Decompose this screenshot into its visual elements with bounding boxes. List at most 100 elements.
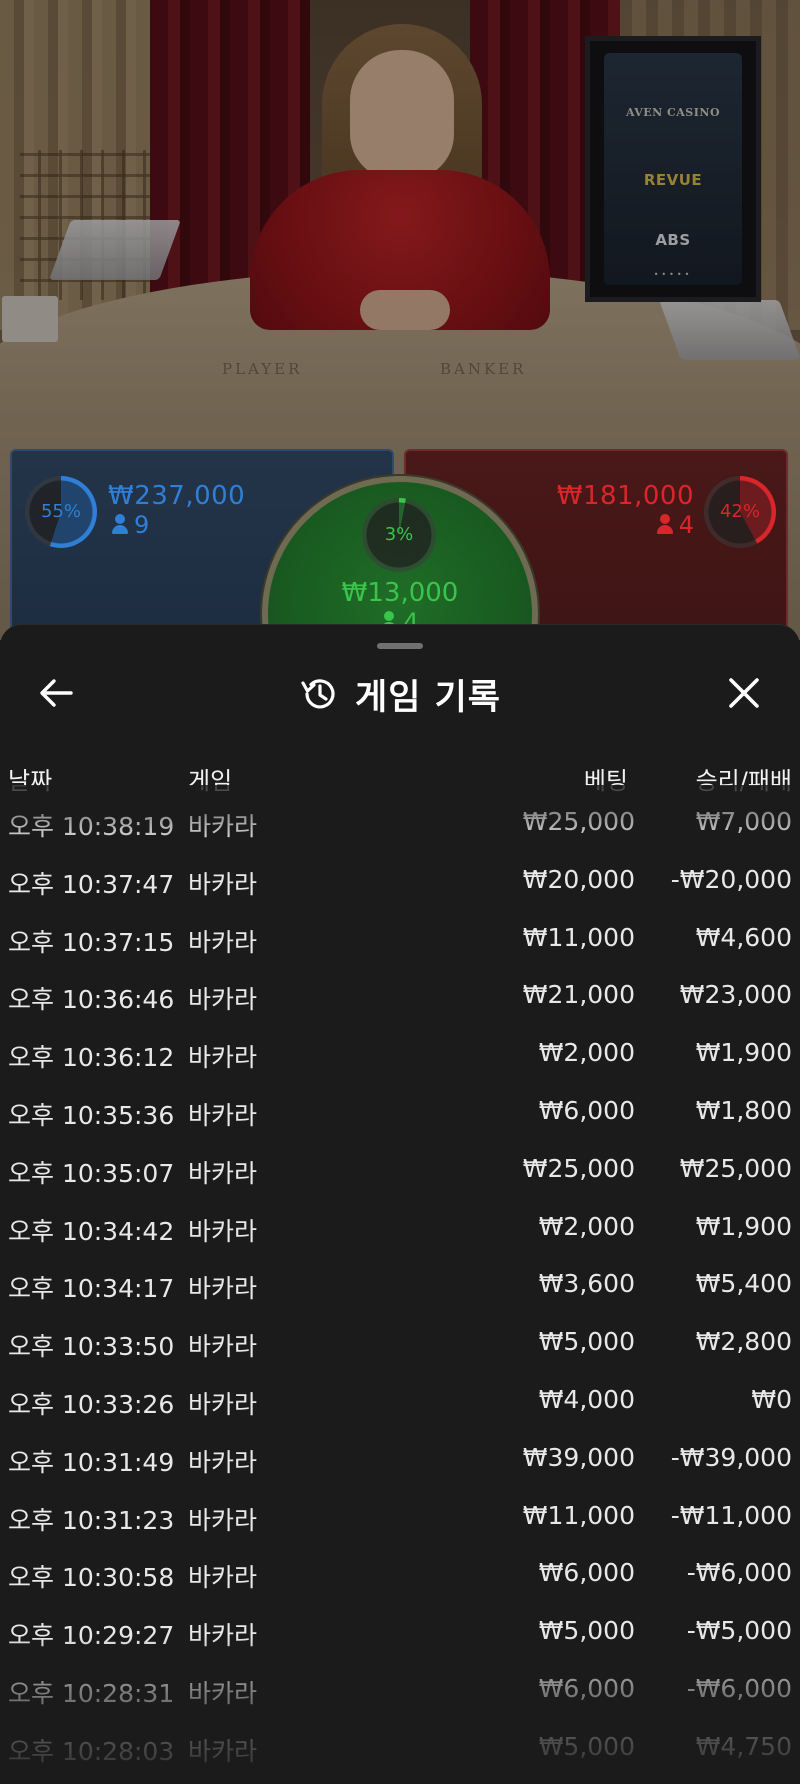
row-result: ₩5,400 — [695, 1269, 792, 1299]
row-date: 오후 10:30:58 — [8, 1563, 175, 1593]
page-title: 게임 기록 — [355, 677, 501, 718]
row-bet: ₩11,000 — [522, 1500, 635, 1530]
row-bet: ₩6,000 — [538, 1673, 635, 1703]
row-game: 바카라 — [188, 1678, 258, 1708]
history-row[interactable]: 오후 10:34:42 바카라 ₩2,000 ₩1,900 — [0, 1200, 800, 1258]
tie-percent-ring: 3% — [362, 498, 436, 572]
person-icon — [656, 514, 673, 534]
game-history-sheet: 게임 기록 날짜 게임 베팅 승리/패배 오후 10:38:19 바카라 ₩25,0… — [0, 624, 800, 1784]
row-bet: ₩21,000 — [522, 980, 635, 1010]
row-game: 바카라 — [188, 1736, 258, 1766]
row-date: 오후 10:28:03 — [8, 1736, 175, 1766]
row-result: ₩4,600 — [695, 922, 792, 952]
row-bet: ₩2,000 — [538, 1038, 635, 1068]
history-list[interactable]: 오후 10:38:19 바카라 ₩25,000 ₩7,000 오후 10:37:47 바카… — [0, 795, 800, 1778]
row-result: -₩39,000 — [670, 1442, 792, 1472]
row-game: 바카라 — [188, 1389, 258, 1419]
tie-percent: 3% — [384, 524, 414, 545]
history-row[interactable]: 오후 10:36:46 바카라 ₩21,000 ₩23,000 — [0, 968, 800, 1026]
column-header-result: 승리/패배 — [695, 767, 792, 795]
row-game: 바카라 — [188, 1216, 258, 1246]
history-row[interactable]: 오후 10:28:31 바카라 ₩6,000 -₩6,000 — [0, 1662, 800, 1720]
row-result: ₩25,000 — [679, 1153, 792, 1183]
close-button[interactable] — [718, 667, 770, 719]
column-header-bet: 베팅 — [583, 767, 628, 795]
row-date: 오후 10:36:12 — [8, 1043, 175, 1073]
row-bet: ₩6,000 — [538, 1558, 635, 1588]
row-result: ₩0 — [751, 1384, 792, 1414]
row-date: 오후 10:33:26 — [8, 1389, 175, 1419]
row-game: 바카라 — [188, 1158, 258, 1188]
row-result: ₩23,000 — [679, 980, 792, 1010]
row-date: 오후 10:29:27 — [8, 1621, 175, 1651]
row-game: 바카라 — [188, 1563, 258, 1593]
sheet-drag-handle[interactable] — [377, 643, 423, 649]
row-date: 오후 10:33:50 — [8, 1332, 175, 1362]
tie-bet-amount: ₩13,000 — [341, 578, 459, 608]
row-bet: ₩5,000 — [538, 1327, 635, 1357]
row-bet: ₩25,000 — [522, 1153, 635, 1183]
row-game: 바카라 — [188, 927, 258, 957]
row-game: 바카라 — [188, 1100, 258, 1130]
player-bet-amount: ₩237,000 — [108, 481, 246, 511]
person-icon — [112, 514, 128, 534]
column-header-date: 날짜 — [8, 767, 53, 795]
row-bet: ₩11,000 — [522, 922, 635, 952]
player-percent-ring: 55% — [25, 476, 97, 548]
history-row[interactable]: 오후 10:37:47 바카라 ₩20,000 -₩20,000 — [0, 853, 800, 911]
row-result: -₩20,000 — [670, 864, 792, 894]
row-result: ₩7,000 — [695, 807, 792, 836]
history-row[interactable]: 오후 10:31:23 바카라 ₩11,000 -₩11,000 — [0, 1489, 800, 1547]
row-game: 바카라 — [188, 1505, 258, 1535]
row-bet: ₩20,000 — [522, 864, 635, 894]
row-bet: ₩39,000 — [522, 1442, 635, 1472]
history-row[interactable]: 오후 10:38:19 바카라 ₩25,000 ₩7,000 — [0, 795, 800, 853]
history-icon — [301, 679, 335, 709]
player-bettors: 9 — [112, 511, 149, 539]
row-game: 바카라 — [188, 869, 258, 899]
history-row[interactable]: 오후 10:36:12 바카라 ₩2,000 ₩1,900 — [0, 1026, 800, 1084]
row-bet: ₩5,000 — [538, 1731, 635, 1761]
history-row[interactable]: 오후 10:34:17 바카라 ₩3,600 ₩5,400 — [0, 1257, 800, 1315]
row-result: ₩1,900 — [695, 1038, 792, 1068]
row-bet: ₩4,000 — [538, 1384, 635, 1414]
row-game: 바카라 — [188, 812, 258, 841]
history-row[interactable]: 오후 10:37:15 바카라 ₩11,000 ₩4,600 — [0, 911, 800, 969]
row-bet: ₩3,600 — [538, 1269, 635, 1299]
row-date: 오후 10:31:23 — [8, 1505, 175, 1535]
row-game: 바카라 — [188, 1274, 258, 1304]
row-game: 바카라 — [188, 1043, 258, 1073]
sheet-header: 게임 기록 — [0, 669, 800, 719]
banker-percent: 42% — [719, 501, 760, 522]
row-date: 오후 10:38:19 — [8, 812, 175, 841]
row-date: 오후 10:31:49 — [8, 1447, 175, 1477]
row-date: 오후 10:34:17 — [8, 1274, 175, 1304]
row-result: -₩5,000 — [686, 1616, 792, 1646]
row-date: 오후 10:36:46 — [8, 985, 175, 1015]
history-row[interactable]: 오후 10:35:07 바카라 ₩25,000 ₩25,000 — [0, 1142, 800, 1200]
history-row[interactable]: 오후 10:35:36 바카라 ₩6,000 ₩1,800 — [0, 1084, 800, 1142]
row-result: ₩4,750 — [695, 1731, 792, 1761]
history-row[interactable]: 오후 10:28:03 바카라 ₩5,000 ₩4,750 — [0, 1720, 800, 1778]
row-date: 오후 10:28:31 — [8, 1678, 175, 1708]
row-result: ₩2,800 — [695, 1327, 792, 1357]
banker-percent-ring: 42% — [704, 476, 776, 548]
row-date: 오후 10:37:47 — [8, 869, 175, 899]
row-bet: ₩5,000 — [538, 1616, 635, 1646]
history-row[interactable]: 오후 10:29:27 바카라 ₩5,000 -₩5,000 — [0, 1604, 800, 1662]
history-row[interactable]: 오후 10:33:26 바카라 ₩4,000 ₩0 — [0, 1373, 800, 1431]
row-game: 바카라 — [188, 1332, 258, 1362]
column-header-game: 게임 — [188, 767, 233, 795]
row-date: 오후 10:35:36 — [8, 1100, 175, 1130]
row-bet: ₩6,000 — [538, 1095, 635, 1125]
row-date: 오후 10:37:15 — [8, 927, 175, 957]
row-result: -₩6,000 — [686, 1558, 792, 1588]
history-row[interactable]: 오후 10:31:49 바카라 ₩39,000 -₩39,000 — [0, 1431, 800, 1489]
row-bet: ₩25,000 — [522, 807, 635, 836]
row-date: 오후 10:34:42 — [8, 1216, 175, 1246]
row-result: -₩11,000 — [670, 1500, 792, 1530]
row-result: -₩6,000 — [686, 1673, 792, 1703]
history-row[interactable]: 오후 10:33:50 바카라 ₩5,000 ₩2,800 — [0, 1315, 800, 1373]
history-row[interactable]: 오후 10:30:58 바카라 ₩6,000 -₩6,000 — [0, 1546, 800, 1604]
row-result: ₩1,800 — [695, 1095, 792, 1125]
